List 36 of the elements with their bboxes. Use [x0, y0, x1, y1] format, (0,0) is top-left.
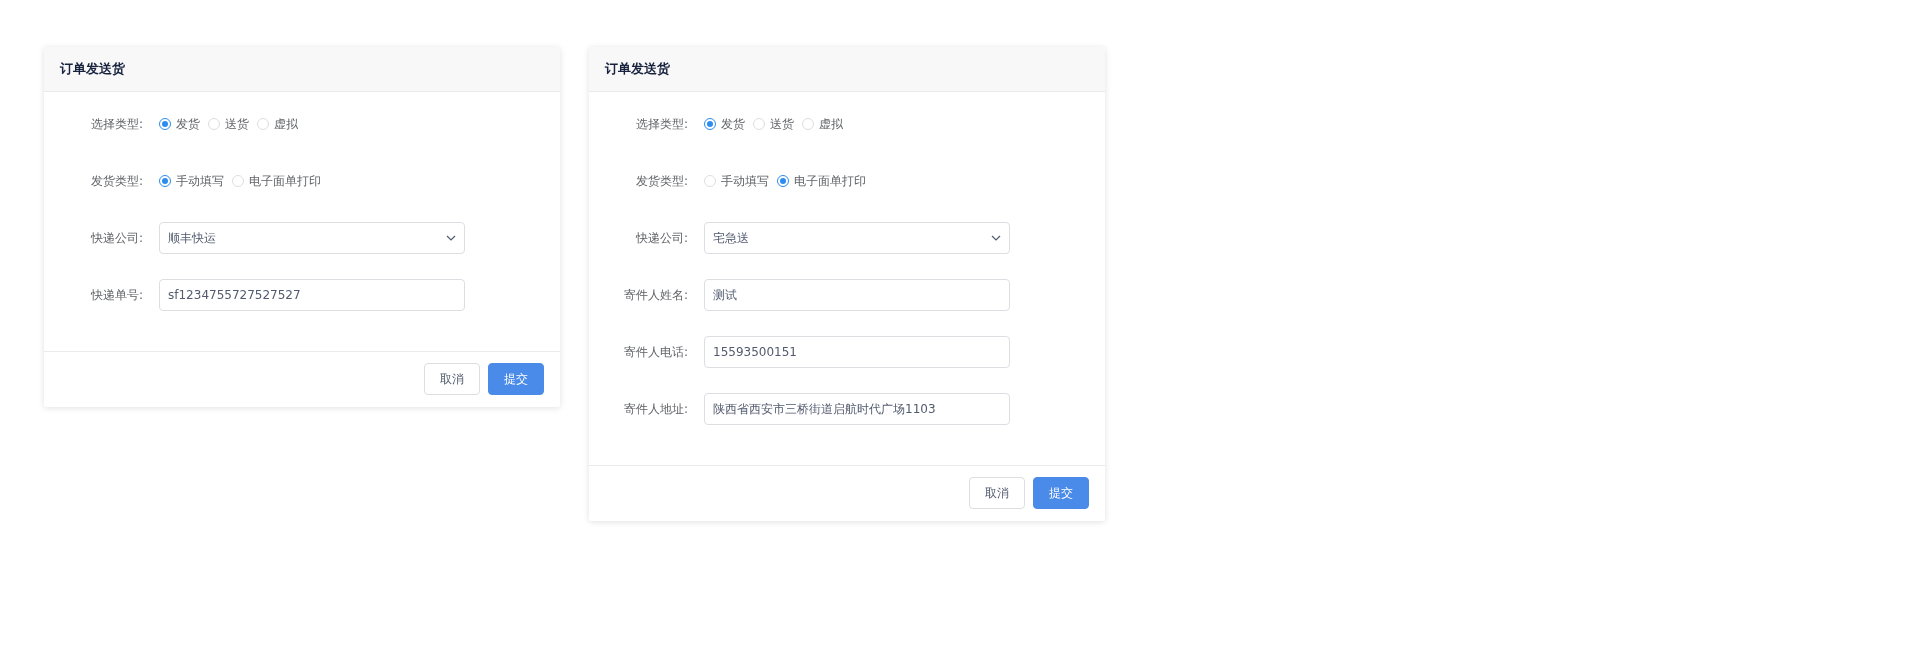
input-field[interactable]: 15593500151	[704, 336, 1010, 368]
cancel-button[interactable]: 取消	[424, 363, 480, 395]
field-label: 寄件人电话:	[622, 343, 689, 361]
input-field[interactable]: 测试	[704, 279, 1010, 311]
field-label: 快递公司:	[89, 229, 144, 247]
radio-label[interactable]: 虚拟	[274, 115, 298, 133]
radio-label[interactable]: 虚拟	[819, 115, 843, 133]
radio-label[interactable]: 电子面单打印	[794, 172, 866, 190]
field-label: 选择类型:	[634, 115, 689, 133]
chevron-down-icon	[991, 235, 1001, 241]
dropdown-field[interactable]: 顺丰快运	[159, 222, 465, 254]
field-label: 快递公司:	[634, 229, 689, 247]
input-field[interactable]: sf1234755727527527	[159, 279, 465, 311]
field-label: 寄件人地址:	[622, 400, 689, 418]
field-label: 寄件人姓名:	[622, 286, 689, 304]
radio-label[interactable]: 发货	[721, 115, 745, 133]
radio-button[interactable]	[159, 175, 171, 187]
radio-label[interactable]: 手动填写	[176, 172, 224, 190]
chevron-down-icon	[446, 235, 456, 241]
radio-label[interactable]: 手动填写	[721, 172, 769, 190]
radio-button[interactable]	[704, 118, 716, 130]
radio-label[interactable]: 送货	[770, 115, 794, 133]
radio-label[interactable]: 电子面单打印	[249, 172, 321, 190]
input-field[interactable]: 陕西省西安市三桥街道启航时代广场1103	[704, 393, 1010, 425]
radio-label[interactable]: 发货	[176, 115, 200, 133]
radio-button[interactable]	[777, 175, 789, 187]
field-label: 快递单号:	[89, 286, 144, 304]
dialog-title: 订单发送货	[605, 60, 670, 78]
radio-label[interactable]: 送货	[225, 115, 249, 133]
radio-button[interactable]	[159, 118, 171, 130]
dialog-title: 订单发送货	[60, 60, 125, 78]
field-label: 选择类型:	[89, 115, 144, 133]
cancel-button[interactable]: 取消	[969, 477, 1025, 509]
dropdown-field[interactable]: 宅急送	[704, 222, 1010, 254]
field-label: 发货类型:	[634, 172, 689, 190]
field-label: 发货类型:	[89, 172, 144, 190]
